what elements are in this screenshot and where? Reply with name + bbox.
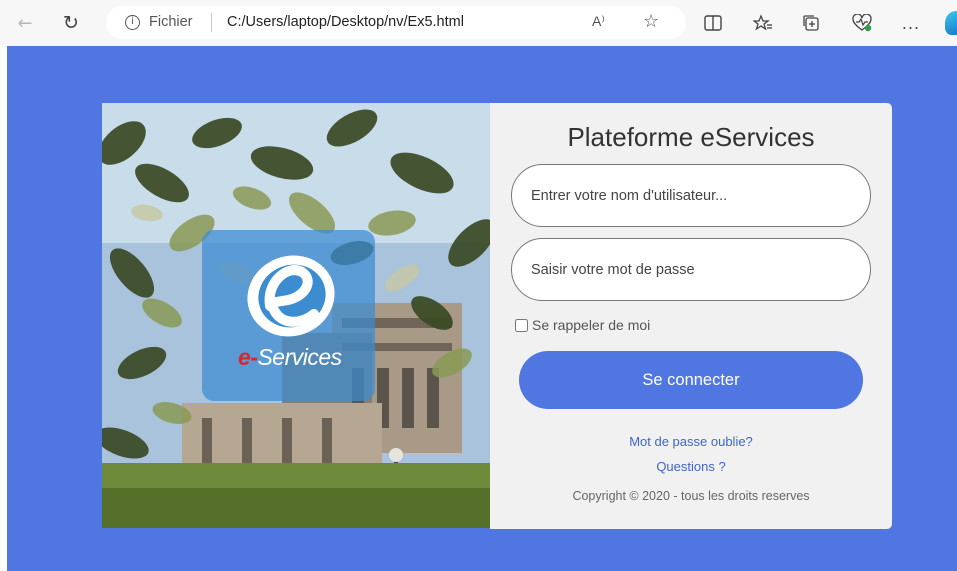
more-icon[interactable]: ... — [900, 12, 922, 34]
favorites-icon[interactable] — [752, 12, 774, 34]
login-panel: Plateforme eServices Se rappeler de moi … — [490, 103, 892, 529]
copilot-icon[interactable] — [945, 11, 957, 35]
address-scheme-label: Fichier — [149, 14, 193, 30]
password-input[interactable] — [511, 238, 871, 301]
address-bar[interactable]: i Fichier C:/Users/laptop/Desktop/nv/Ex5… — [106, 6, 686, 39]
reload-icon[interactable]: ↻ — [60, 12, 82, 34]
login-button[interactable]: Se connecter — [519, 351, 863, 409]
address-separator — [211, 13, 212, 32]
remember-me[interactable]: Se rappeler de moi — [515, 317, 650, 333]
page-background: e-Services Plateforme eServices Se rappe… — [7, 46, 957, 571]
questions-link[interactable]: Questions ? — [490, 459, 892, 474]
info-icon[interactable]: i — [125, 15, 140, 30]
browser-toolbar: ← ↻ i Fichier C:/Users/laptop/Desktop/nv… — [0, 0, 957, 46]
browser-essentials-icon[interactable] — [851, 12, 873, 34]
split-screen-icon[interactable] — [702, 12, 724, 34]
read-aloud-icon[interactable]: A⁾ — [592, 13, 605, 30]
page-title: Plateforme eServices — [567, 122, 815, 152]
eservices-e-icon — [247, 255, 335, 337]
campus-photo: e-Services — [102, 103, 490, 528]
remember-me-label: Se rappeler de moi — [532, 317, 651, 333]
remember-me-checkbox[interactable] — [515, 318, 528, 332]
username-input[interactable] — [511, 164, 871, 227]
back-arrow-icon[interactable]: ← — [14, 12, 36, 34]
eservices-logo: e-Services — [202, 230, 375, 401]
forgot-password-link[interactable]: Mot de passe oublie? — [490, 434, 892, 449]
copyright-text: Copyright © 2020 - tous les droits reser… — [572, 489, 810, 503]
logo-prefix: e — [238, 344, 251, 370]
collections-icon[interactable] — [800, 12, 822, 34]
address-url[interactable]: C:/Users/laptop/Desktop/nv/Ex5.html — [227, 14, 464, 30]
eservices-logo-text: e-Services — [238, 344, 342, 371]
logo-name: Services — [257, 344, 342, 370]
favorite-star-icon[interactable]: ☆ — [643, 11, 659, 32]
